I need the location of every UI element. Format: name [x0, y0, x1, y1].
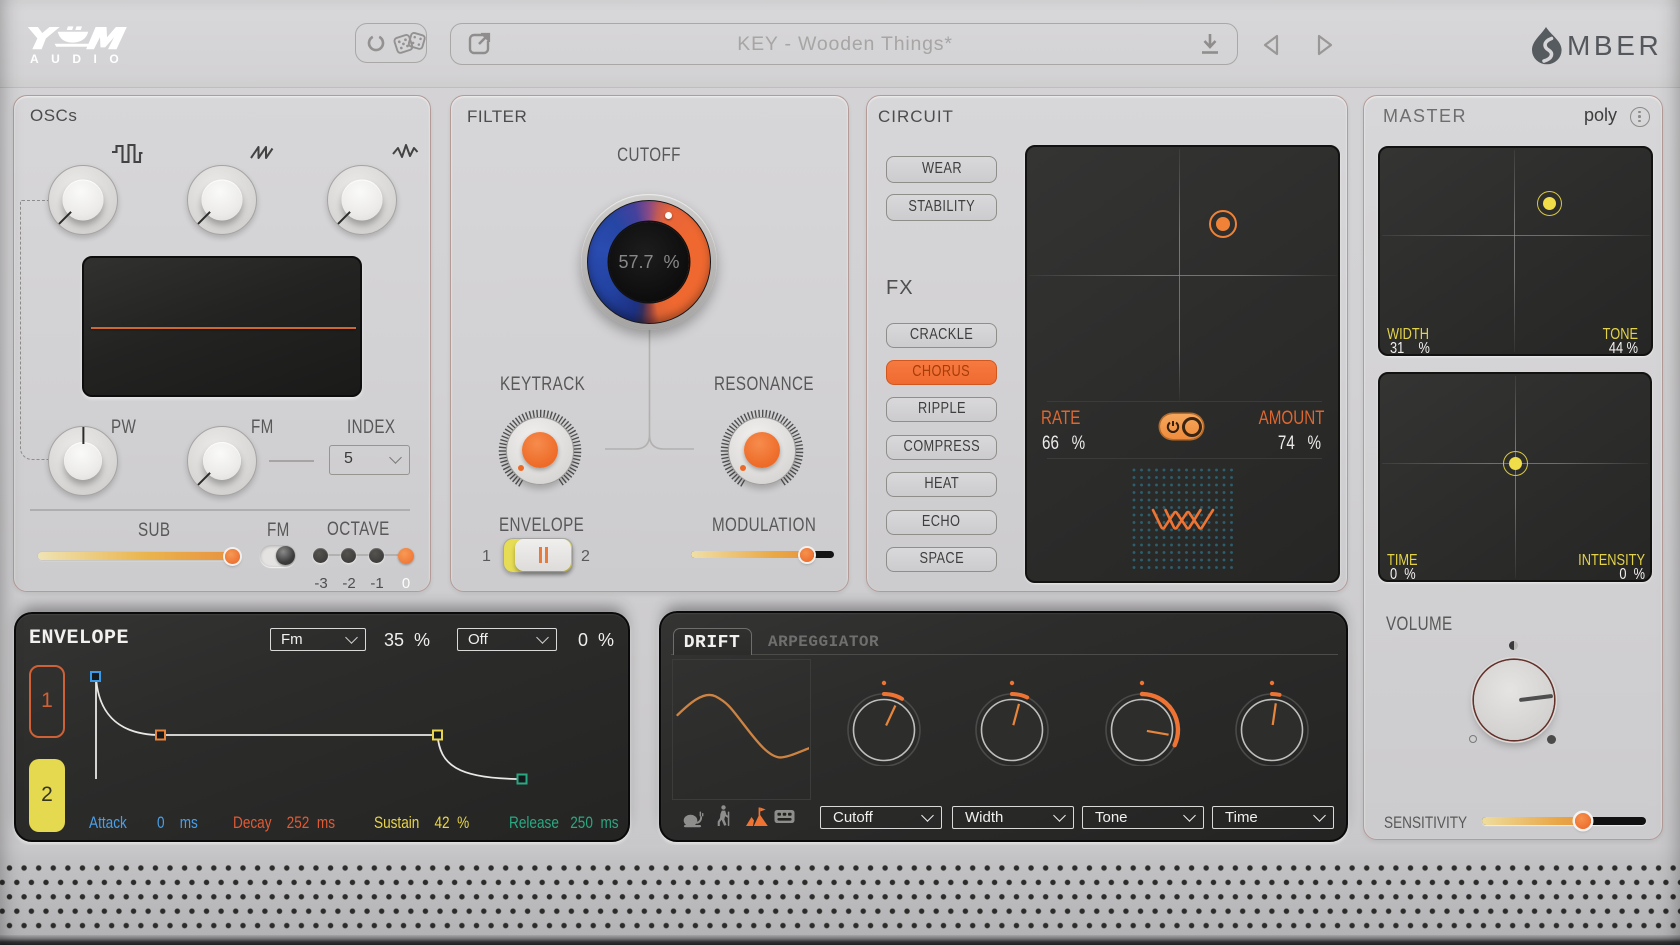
svg-text:AUDIO: AUDIO — [30, 52, 131, 66]
